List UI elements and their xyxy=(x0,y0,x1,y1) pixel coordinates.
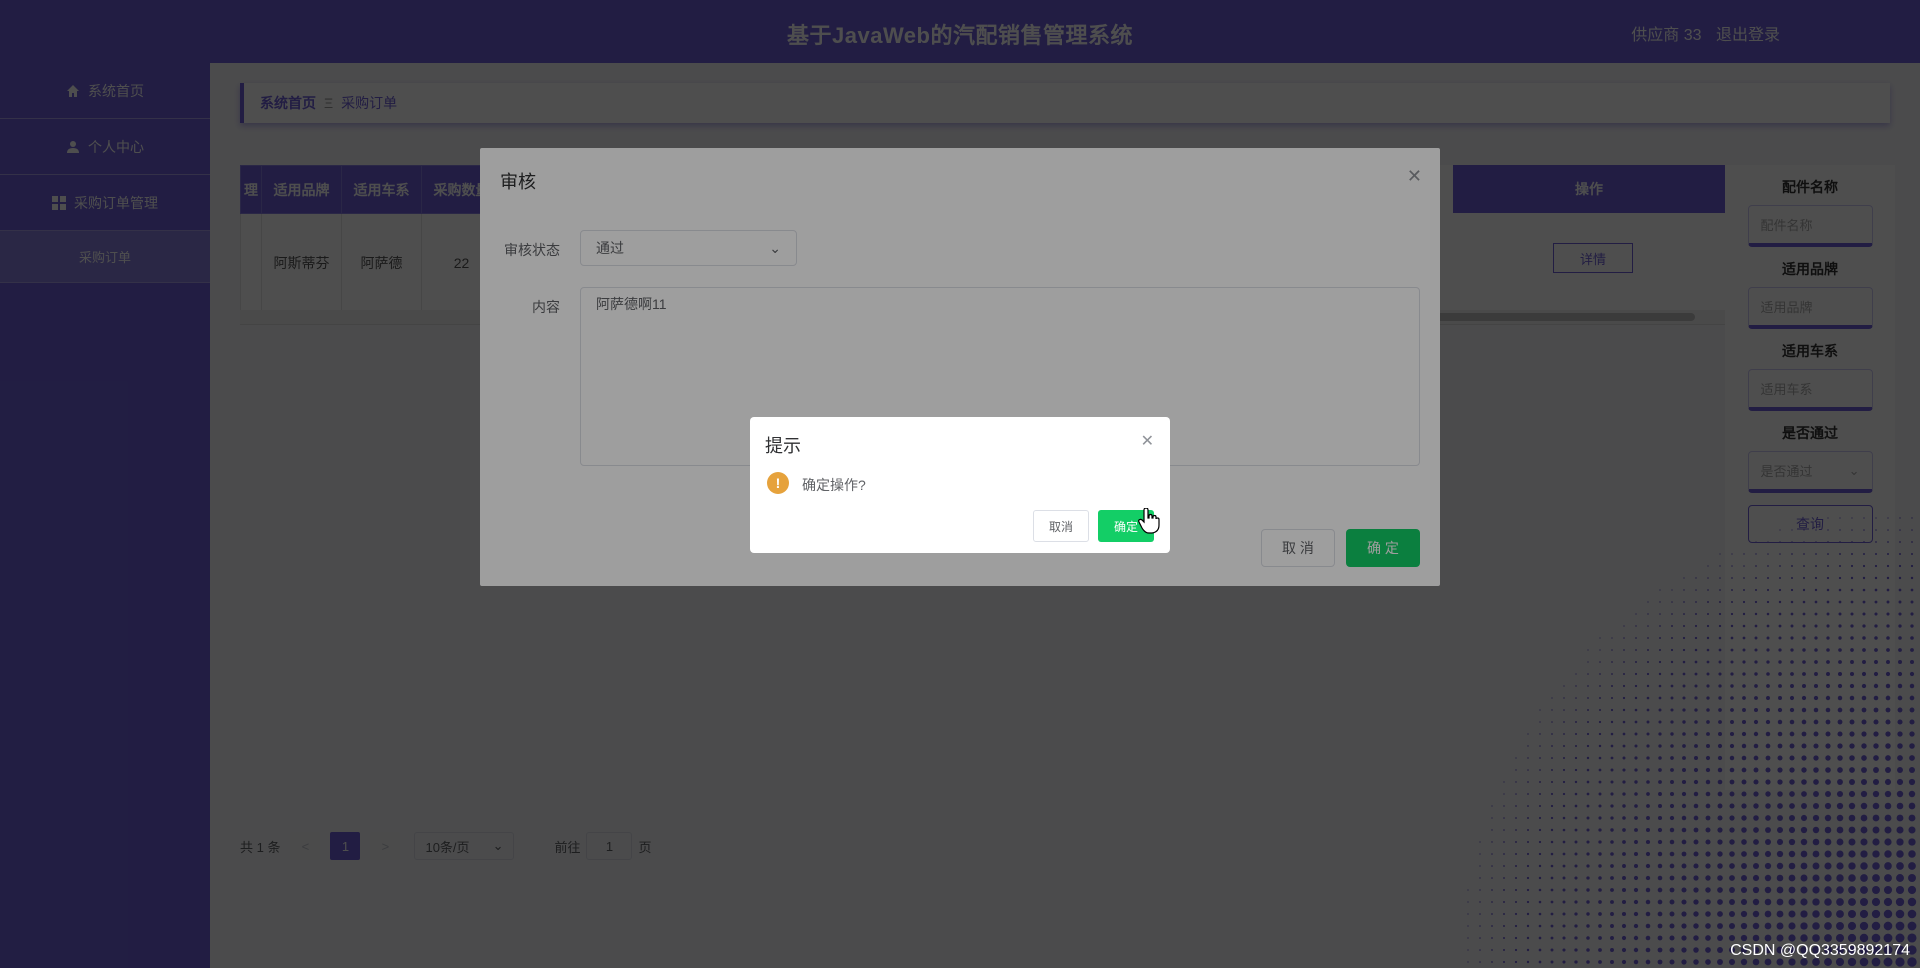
message-text: 确定操作? xyxy=(802,477,866,493)
confirm-message-box: 提示 ✕ ! 确定操作? 取消 确定 xyxy=(750,417,1170,553)
warning-icon: ! xyxy=(767,472,789,494)
message-box-title: 提示 xyxy=(765,436,801,456)
hand-cursor-icon xyxy=(1138,508,1160,534)
close-icon[interactable]: ✕ xyxy=(1141,431,1154,451)
watermark: CSDN @QQ3359892174 xyxy=(1730,942,1910,959)
message-cancel-button[interactable]: 取消 xyxy=(1033,510,1089,542)
